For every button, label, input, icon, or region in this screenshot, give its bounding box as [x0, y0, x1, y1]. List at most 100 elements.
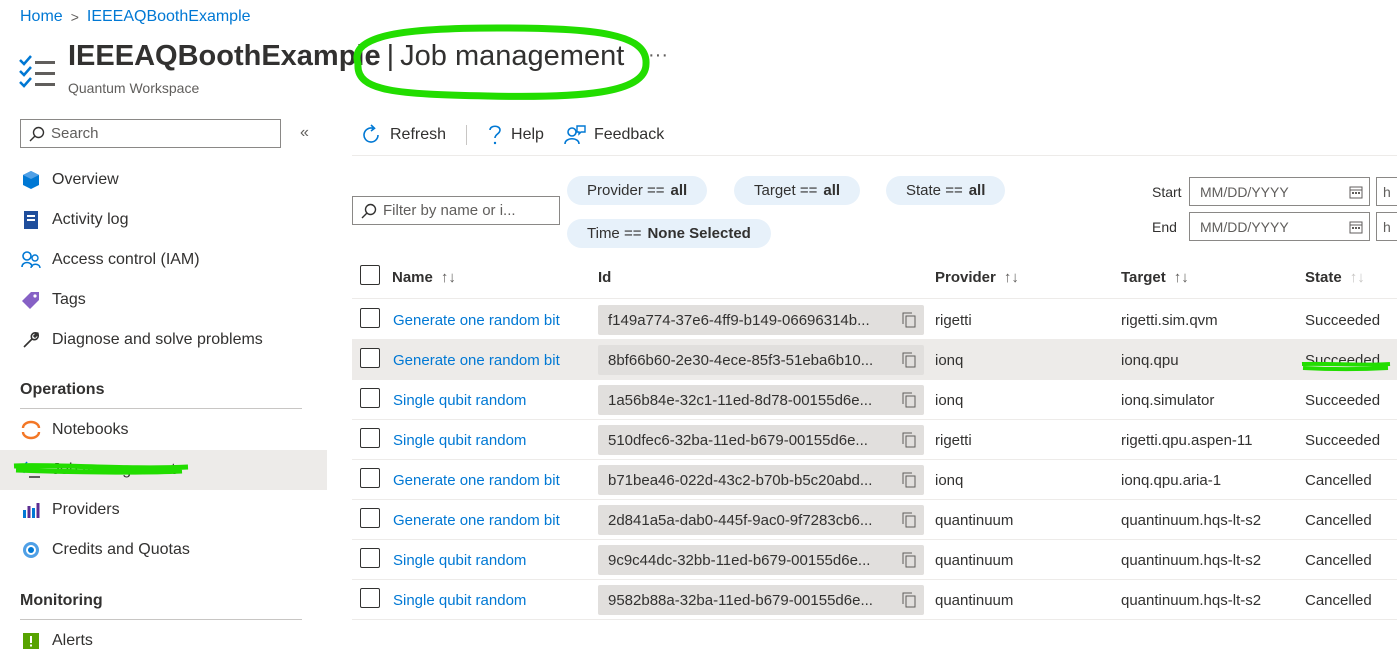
date-placeholder: MM/DD/YYYY [1200, 183, 1289, 200]
feedback-button[interactable]: Feedback [564, 120, 664, 150]
sort-icon[interactable]: ↑↓ [1350, 269, 1365, 286]
sidebar-item-label: Notebooks [52, 421, 129, 438]
sidebar-item-diagnose[interactable]: Diagnose and solve problems [0, 320, 327, 360]
row-checkbox[interactable] [360, 308, 380, 328]
filter-label: Target == [754, 182, 818, 199]
row-checkbox[interactable] [360, 508, 380, 528]
time-placeholder: h [1383, 218, 1391, 235]
job-id-field: 9c9c44dc-32bb-11ed-b679-00155d6e... [598, 545, 924, 575]
end-time-input[interactable]: h [1376, 212, 1397, 241]
table-row[interactable]: Generate one random bit f149a774-37e6-4ff… [352, 300, 1397, 340]
start-time-input[interactable]: h [1376, 177, 1397, 206]
table-row[interactable]: Single qubit random 510dfec6-32ba-11ed-b6… [352, 420, 1397, 460]
row-checkbox[interactable] [360, 388, 380, 408]
section-title-operations: Operations [20, 381, 105, 398]
job-name-link[interactable]: Single qubit random [393, 392, 526, 409]
filter-label: Time == [587, 225, 642, 242]
job-name-link[interactable]: Single qubit random [393, 552, 526, 569]
job-name-link[interactable]: Generate one random bit [393, 312, 560, 329]
job-id: 9582b88a-32ba-11ed-b679-00155d6e... [608, 591, 873, 609]
copy-icon[interactable] [902, 592, 916, 612]
page-subtitle: Quantum Workspace [68, 80, 200, 96]
copy-icon[interactable] [902, 432, 916, 452]
sidebar-item-providers[interactable]: Providers [0, 490, 327, 530]
sidebar-item-activity-log[interactable]: Activity log [0, 200, 327, 240]
sidebar-item-label: Alerts [52, 632, 93, 649]
job-id-field: f149a774-37e6-4ff9-b149-06696314b... [598, 305, 924, 335]
sidebar-item-access-control[interactable]: Access control (IAM) [0, 240, 327, 280]
sidebar-item-notebooks[interactable]: Notebooks [0, 410, 327, 450]
breadcrumb-current-link[interactable]: IEEEAQBoothExample [87, 8, 251, 26]
row-checkbox[interactable] [360, 468, 380, 488]
sort-icon[interactable]: ↑↓ [1174, 269, 1189, 286]
job-target: quantinuum.hqs-lt-s2 [1121, 551, 1262, 569]
filter-by-name-input[interactable]: Filter by name or i... [352, 196, 560, 225]
job-name-link[interactable]: Single qubit random [393, 432, 526, 449]
column-header-state[interactable]: State ↑↓ [1305, 262, 1365, 292]
provider-filter-pill[interactable]: Provider == all [567, 176, 708, 205]
column-label: State [1305, 268, 1342, 286]
help-button[interactable]: Help [487, 120, 544, 150]
state-filter-pill[interactable]: State == all [886, 176, 1006, 205]
sidebar-item-label: Tags [52, 291, 86, 308]
job-target: ionq.simulator [1121, 391, 1215, 409]
table-row[interactable]: Generate one random bit b71bea46-022d-43c… [352, 460, 1397, 500]
job-state: Succeeded [1305, 431, 1381, 449]
time-filter-pill[interactable]: Time == None Selected [567, 219, 771, 248]
sidebar-search-input[interactable]: Search [20, 119, 281, 148]
job-provider: ionq [935, 351, 964, 369]
sidebar-item-overview[interactable]: Overview [0, 160, 327, 200]
column-header-target[interactable]: Target ↑↓ [1121, 262, 1189, 292]
row-checkbox[interactable] [360, 348, 380, 368]
filter-value: all [823, 182, 841, 199]
row-checkbox[interactable] [360, 428, 380, 448]
copy-icon[interactable] [902, 552, 916, 572]
job-name-link[interactable]: Generate one random bit [393, 512, 560, 529]
job-name-link[interactable]: Generate one random bit [393, 352, 560, 369]
job-state: Cancelled [1305, 511, 1372, 529]
job-name-link[interactable]: Generate one random bit [393, 472, 560, 489]
end-date-input[interactable]: MM/DD/YYYY [1189, 212, 1370, 241]
breadcrumb: Home > IEEEAQBoothExample [20, 8, 251, 26]
collapse-sidebar-button[interactable]: « [300, 124, 309, 142]
job-provider: ionq [935, 391, 964, 409]
table-row[interactable]: Single qubit random 9582b88a-32ba-11ed-b6… [352, 580, 1397, 620]
calendar-icon [1349, 221, 1363, 233]
row-checkbox[interactable] [360, 588, 380, 608]
sort-icon[interactable]: ↑↓ [1004, 269, 1019, 286]
job-name-link[interactable]: Single qubit random [393, 592, 526, 609]
refresh-button[interactable]: Refresh [360, 120, 446, 150]
table-row[interactable]: Single qubit random 1a56b84e-32c1-11ed-8d… [352, 380, 1397, 420]
breadcrumb-home-link[interactable]: Home [20, 8, 63, 26]
table-header-divider [352, 298, 1397, 299]
job-id-field: 9582b88a-32ba-11ed-b679-00155d6e... [598, 585, 924, 615]
help-label: Help [511, 126, 544, 143]
sidebar-search-placeholder: Search [51, 125, 99, 142]
copy-icon[interactable] [902, 352, 916, 372]
table-row[interactable]: Single qubit random 9c9c44dc-32bb-11ed-b6… [352, 540, 1397, 580]
sidebar-item-label: Credits and Quotas [52, 541, 190, 558]
toolbar-divider [466, 125, 468, 145]
column-header-provider[interactable]: Provider ↑↓ [935, 262, 1019, 292]
copy-icon[interactable] [902, 472, 916, 492]
copy-icon[interactable] [902, 512, 916, 532]
sidebar-item-tags[interactable]: Tags [0, 280, 327, 320]
table-row[interactable]: Generate one random bit 2d841a5a-dab0-445… [352, 500, 1397, 540]
job-provider: ionq [935, 471, 964, 489]
copy-icon[interactable] [902, 312, 916, 332]
sort-icon[interactable]: ↑↓ [441, 269, 456, 286]
sidebar-item-alerts[interactable]: Alerts [0, 621, 327, 661]
start-date-input[interactable]: MM/DD/YYYY [1189, 177, 1370, 206]
job-target: quantinuum.hqs-lt-s2 [1121, 511, 1262, 529]
sidebar-item-credits-quotas[interactable]: Credits and Quotas [0, 530, 327, 570]
job-id: 2d841a5a-dab0-445f-9ac0-9f7283cb6... [608, 511, 873, 529]
target-filter-pill[interactable]: Target == all [734, 176, 861, 205]
sidebar-item-label: Providers [52, 501, 120, 518]
table-row[interactable]: Generate one random bit 8bf66b60-2e30-4ec… [352, 340, 1397, 380]
row-checkbox[interactable] [360, 548, 380, 568]
column-header-name[interactable]: Name ↑↓ [392, 262, 456, 292]
select-all-checkbox[interactable] [360, 265, 380, 285]
copy-icon[interactable] [902, 392, 916, 412]
job-list-icon [19, 55, 55, 88]
date-placeholder: MM/DD/YYYY [1200, 218, 1289, 235]
